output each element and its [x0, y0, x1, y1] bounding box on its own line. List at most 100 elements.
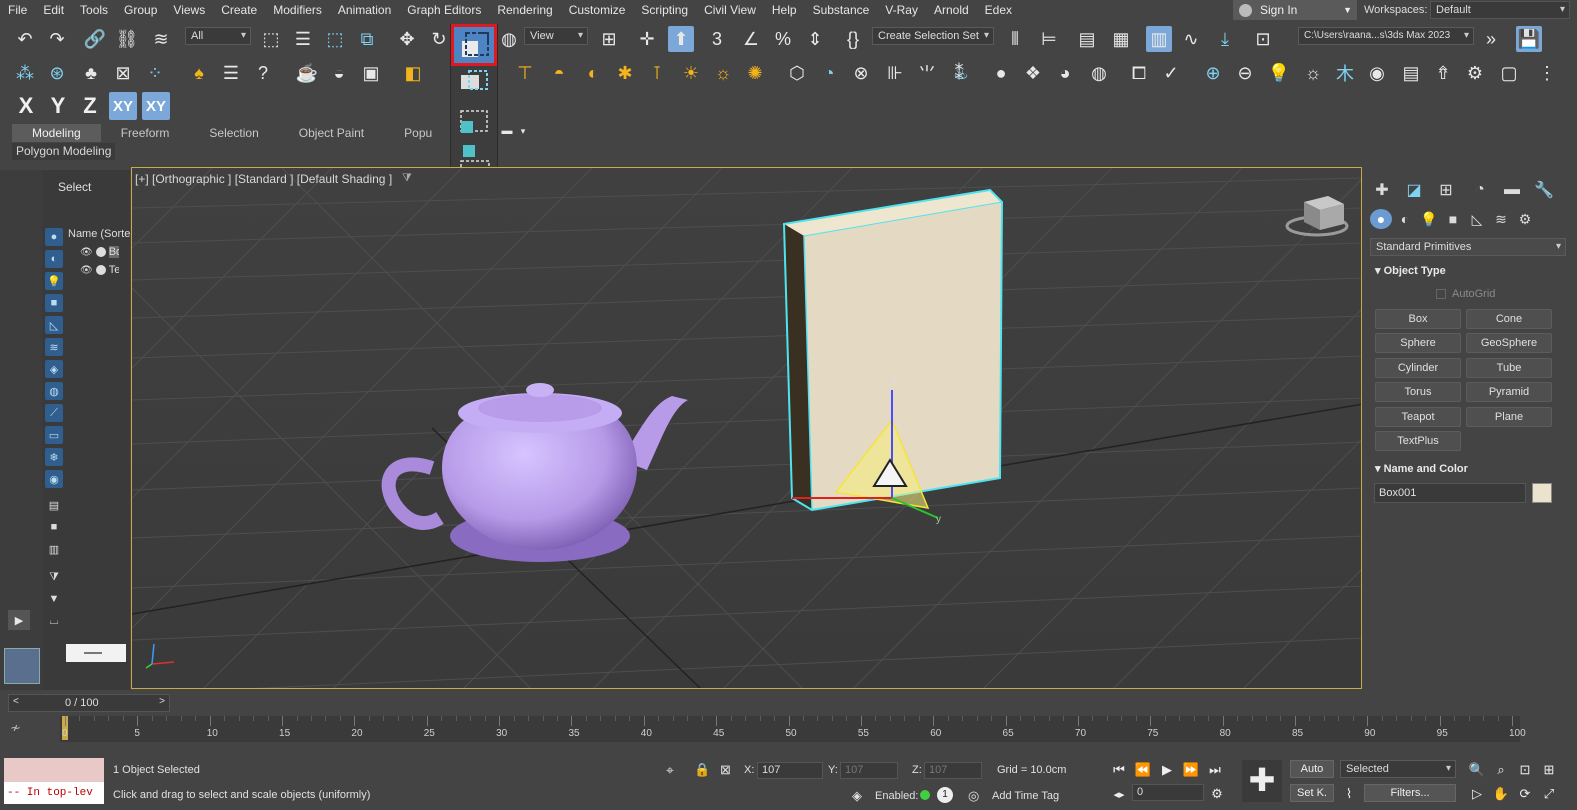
sphere-light-icon[interactable]: ◐ [580, 60, 606, 86]
isolate-selection-icon[interactable]: ⌖ [666, 762, 674, 779]
pyramid-button[interactable]: Pyramid [1466, 382, 1552, 402]
arnold-log-icon[interactable]: ▤ [1398, 60, 1424, 86]
play-animation-icon[interactable]: ▶ [1158, 760, 1176, 780]
ribbon-chevron-icon[interactable]: ▾ [516, 122, 530, 140]
key-filters-button[interactable]: Filters... [1364, 784, 1456, 802]
sphere-button[interactable]: Sphere [1375, 333, 1461, 353]
undo-icon[interactable]: ↶ [12, 26, 38, 52]
percent-snap-icon[interactable]: % [770, 26, 796, 52]
absolute-mode-icon[interactable]: ⊠ [720, 762, 731, 778]
help-icon[interactable]: ? [250, 60, 276, 86]
multi-material-icon[interactable]: ❖ [1020, 60, 1046, 86]
palette-icon[interactable]: ◕ [1052, 60, 1078, 86]
time-slider[interactable]: < 0 / 100 > [8, 694, 170, 712]
zoom-extents-icon[interactable]: ⊡ [1516, 760, 1534, 780]
helpers-filter-icon[interactable]: ◺ [45, 316, 63, 334]
snaps-toggle-icon[interactable]: 3 [704, 26, 730, 52]
menu-help[interactable]: Help [764, 0, 805, 20]
bones-icon[interactable]: ⊠ [110, 60, 136, 86]
menu-tools[interactable]: Tools [72, 0, 116, 20]
display-tab-icon[interactable]: ▬ [1500, 180, 1524, 200]
go-to-end-icon[interactable]: ⏭ [1206, 760, 1224, 780]
spot-light-icon[interactable]: ⊺ [644, 60, 670, 86]
axis-y-button[interactable]: Y [44, 92, 72, 120]
toggle-ribbon-icon[interactable]: ▥ [1146, 26, 1172, 52]
keyboard-shortcut-override-icon[interactable]: ⬆ [668, 26, 694, 52]
zoom-icon[interactable]: 🔍 [1468, 760, 1486, 780]
render-icon[interactable]: ◒ [326, 60, 352, 86]
redo-icon[interactable]: ↷ [44, 26, 70, 52]
dome-light-icon[interactable]: ◓ [546, 60, 572, 86]
layer-icon[interactable]: ⌴ [45, 612, 63, 630]
select-and-uniform-scale-button[interactable] [451, 24, 497, 66]
spacewarps-filter-icon[interactable]: ≋ [45, 338, 63, 356]
go-to-start-icon[interactable]: ⏮ [1110, 760, 1128, 780]
key-mode-icon[interactable]: ◂▸ [1110, 784, 1128, 804]
object-name-field[interactable]: Box001 [1374, 483, 1526, 503]
time-slider-prev-icon[interactable]: < [13, 696, 19, 707]
space-warp-icon[interactable]: ⊛ [44, 60, 70, 86]
lights-icon[interactable]: 💡 [1418, 209, 1440, 229]
list-icon[interactable]: ☰ [218, 60, 244, 86]
viewcube[interactable] [1285, 196, 1349, 237]
filter-icon[interactable]: ⧩ [45, 568, 63, 586]
frozen-filter-icon[interactable]: ❄ [45, 448, 63, 466]
z-coordinate-field[interactable]: 107 [924, 762, 982, 779]
select-place-icon[interactable]: ◍ [496, 26, 522, 52]
category-dropdown[interactable]: Standard Primitives [1370, 238, 1566, 256]
save-icon[interactable]: 💾 [1516, 26, 1542, 52]
modify-tab-icon[interactable]: ◪ [1402, 180, 1426, 200]
character-icon[interactable]: ♣ [78, 60, 104, 86]
ies-light-icon[interactable]: ✱ [612, 60, 638, 86]
fur-icon[interactable]: ◔ [816, 60, 842, 86]
teapot-button[interactable]: Teapot [1375, 407, 1461, 427]
render-frame-icon[interactable]: ▣ [358, 60, 384, 86]
window-crossing-icon[interactable]: ⧉ [354, 26, 380, 52]
time-slider-next-icon[interactable]: > [159, 696, 165, 707]
align-icon[interactable]: ⊨ [1036, 26, 1062, 52]
menu-create[interactable]: Create [213, 0, 265, 20]
menu-group[interactable]: Group [116, 0, 165, 20]
cylinder-button[interactable]: Cylinder [1375, 358, 1461, 378]
spinner-snap-icon[interactable]: ⇕ [802, 26, 828, 52]
axis-xy-plane-button[interactable]: XY [142, 92, 170, 120]
arnold-tree-icon[interactable]: ⽊ [1332, 60, 1358, 86]
menu-file[interactable]: File [0, 0, 35, 20]
hidden-filter-icon[interactable]: ◉ [45, 470, 63, 488]
particle-icon[interactable]: ⁂ [12, 60, 38, 86]
reference-coordinate-dropdown[interactable]: View [524, 27, 588, 45]
maximize-viewport-icon[interactable]: ⤢ [1540, 784, 1558, 804]
menu-animation[interactable]: Animation [330, 0, 399, 20]
tab-modeling[interactable]: Modeling [12, 124, 101, 142]
list-all-icon[interactable]: ▤ [45, 496, 63, 514]
layer-explorer-icon[interactable]: ▦ [1108, 26, 1134, 52]
workspace-dropdown[interactable]: Default [1430, 1, 1570, 19]
orbit-icon[interactable]: ⟳ [1516, 784, 1534, 804]
menu-scripting[interactable]: Scripting [633, 0, 696, 20]
edit-named-selection-icon[interactable]: {} [840, 26, 866, 52]
list-item[interactable]: 👁 Te [80, 262, 119, 278]
object-type-rollout[interactable]: ▾ Object Type [1371, 262, 1559, 280]
select-by-name-icon[interactable]: ☰ [290, 26, 316, 52]
proxy-icon[interactable]: ⬡ [784, 60, 810, 86]
tab-populate[interactable]: Popu [384, 124, 452, 142]
key-filter-dropdown[interactable]: Selected [1340, 760, 1456, 778]
menu-arnold[interactable]: Arnold [926, 0, 977, 20]
eye-icon[interactable]: 👁 [80, 247, 93, 258]
cone-button[interactable]: Cone [1466, 309, 1552, 329]
light-icon[interactable]: ◧ [400, 60, 426, 86]
explorer-slider-handle[interactable] [66, 644, 126, 662]
perspective-viewport[interactable]: z y [131, 167, 1362, 689]
link-icon[interactable]: 🔗 [82, 26, 108, 52]
arnold-shader-icon[interactable]: ◉ [1364, 60, 1390, 86]
lights-filter-icon[interactable]: 💡 [45, 272, 63, 290]
converter-icon[interactable]: ⧠ [1126, 60, 1152, 86]
cameras-filter-icon[interactable]: ■ [45, 294, 63, 312]
play-icon[interactable]: ▶ [8, 610, 30, 630]
arnold-settings-icon[interactable]: ⚙ [1462, 60, 1488, 86]
menu-substance[interactable]: Substance [805, 0, 878, 20]
shapes-icon[interactable]: ◐ [1394, 209, 1416, 229]
menu-civil-view[interactable]: Civil View [696, 0, 764, 20]
omni-light-icon[interactable]: ☼ [710, 60, 736, 86]
name-column-header[interactable]: Name (Sorte [68, 228, 130, 240]
